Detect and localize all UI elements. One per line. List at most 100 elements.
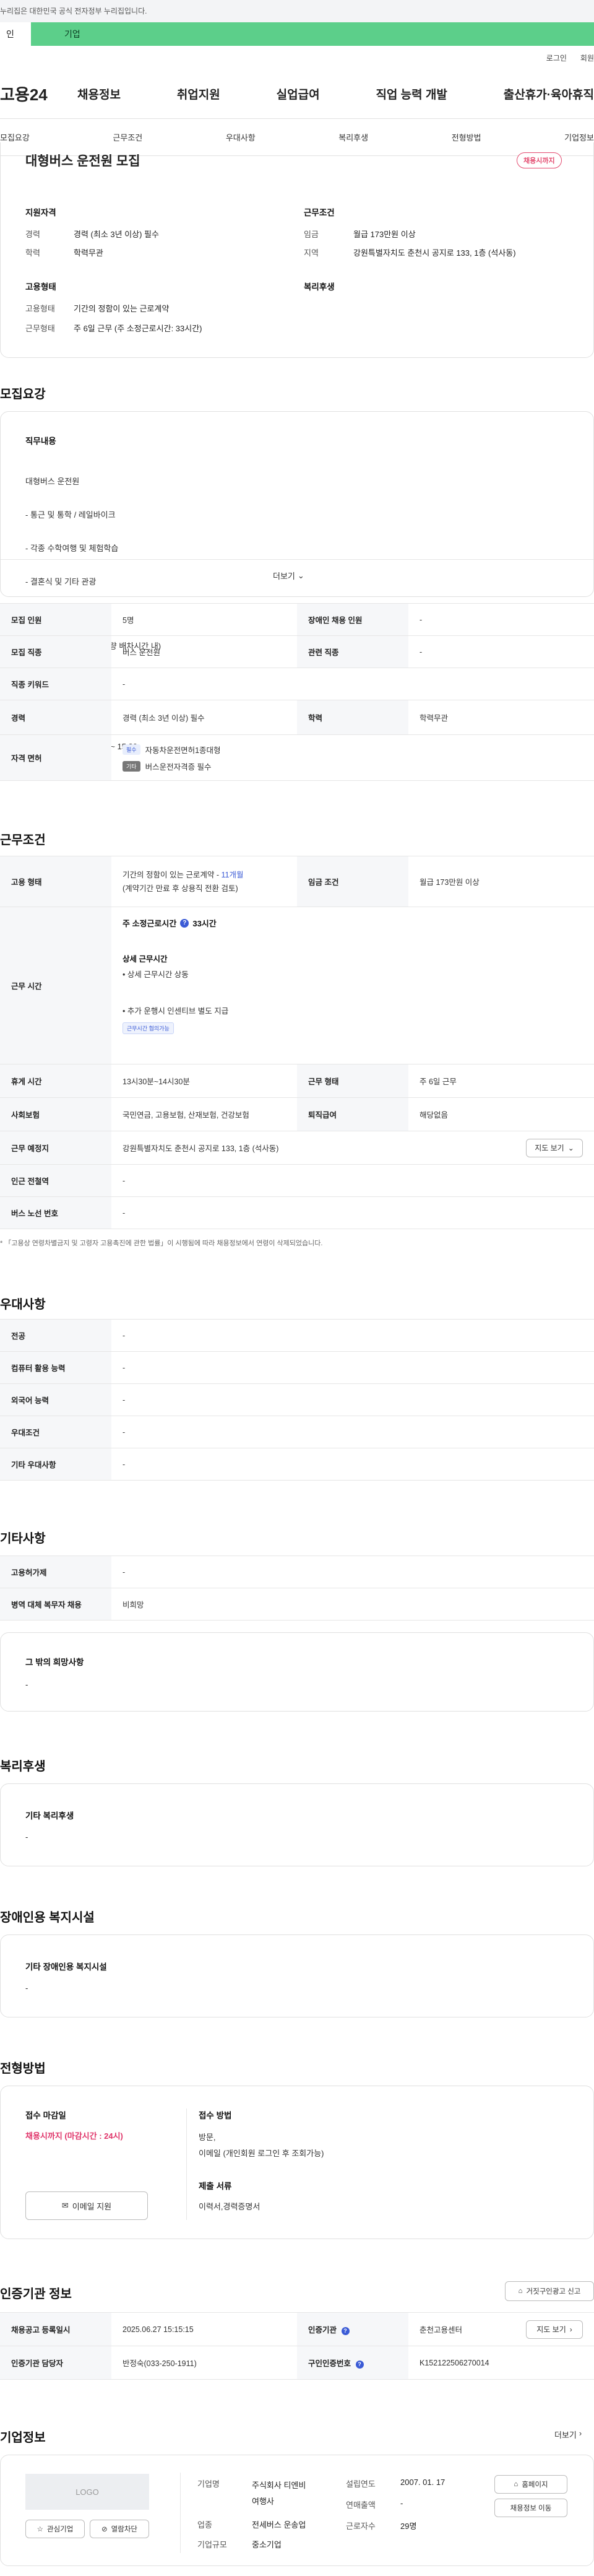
disabled-card: 기타 장애인용 복지시설 - <box>0 1934 594 2017</box>
selection-divider <box>186 2108 187 2220</box>
table-value: 반정숙(033-250-1911) <box>111 2346 297 2380</box>
subnav-preferred[interactable]: 우대사항 <box>226 131 256 143</box>
star-icon: ☆ <box>37 2526 43 2533</box>
table-row: 기타 우대사항 - <box>0 1448 594 1481</box>
subnav-selection[interactable]: 전형방법 <box>452 131 481 143</box>
table-row: 경력 경력 (최소 3년 이상) 필수 학력 학력무관 <box>0 700 594 735</box>
duty-card: 직무내용 대형버스 운전원 - 통근 및 통학 / 레일바이크 - 각종 수학여… <box>0 411 594 751</box>
other-wish-title: 그 밖의 희망사항 <box>25 1658 84 1667</box>
size-label: 기업규모 <box>197 2540 227 2549</box>
table-value: - <box>111 1319 594 1352</box>
agency-org-cell: 춘천고용센터 지도 보기 › <box>408 2312 594 2346</box>
more-button[interactable]: 더보기 ⌄ <box>273 570 304 581</box>
wage-label: 임금 <box>304 230 319 239</box>
table-value: - <box>111 1164 594 1197</box>
company-card: LOGO ☆ 관심기업 ⊘ 열람차단 기업명 주식회사 티엔비 여행사 업종 전… <box>0 2455 594 2566</box>
gnb-item-vocational-training[interactable]: 직업 능력 개발 <box>376 85 447 102</box>
report-label: 거짓구인광고 신고 <box>526 2288 581 2295</box>
work-heading: 근무조건 <box>304 208 335 217</box>
email-apply-button[interactable]: ✉ 이메일 지원 <box>25 2191 148 2220</box>
disabled-sub: 기타 장애인용 복지시설 <box>25 1962 107 1972</box>
company-name-value: 주식회사 티엔비 여행사 <box>252 2481 306 2506</box>
table-value: - <box>111 1383 594 1416</box>
block-company-button[interactable]: ⊘ 열람차단 <box>90 2520 149 2538</box>
industry-label: 업종 <box>197 2520 212 2530</box>
homepage-button[interactable]: ⌂ 홈페이지 <box>494 2475 567 2494</box>
gnb-item-parental-leave[interactable]: 출산휴가·육아휴직 <box>504 85 594 102</box>
table-value: - <box>111 1556 594 1588</box>
deadline-label: 접수 마감일 <box>25 2111 66 2120</box>
tab-company[interactable]: 기업 <box>31 22 594 46</box>
table-value: 주 6일 근무 <box>408 1064 594 1098</box>
table-key: 기타 우대사항 <box>0 1448 111 1481</box>
qual-heading: 지원자격 <box>25 208 56 217</box>
hours-detail-title: 상세 근무시간 <box>123 955 168 964</box>
move-jobs-button[interactable]: 채용정보 이동 <box>494 2499 567 2517</box>
block-label: 열람차단 <box>111 2526 137 2533</box>
table-value: 국민연금, 고용보험, 산재보험, 건강보험 <box>111 1097 297 1131</box>
table-row: 버스 노선 번호 - <box>0 1196 594 1229</box>
table-key: 모집 인원 <box>0 603 111 636</box>
table-row: 모집 인원 5명 장애인 채용 인원 - <box>0 603 594 636</box>
company-more-link[interactable]: 더보기 › <box>554 2429 582 2440</box>
login-link[interactable]: 로그인 <box>546 53 567 63</box>
table-value: - <box>408 635 594 668</box>
company-section-title: 기업정보 <box>0 2431 46 2445</box>
site-logo[interactable]: 고용24 <box>0 82 77 105</box>
region-label: 지역 <box>304 248 319 258</box>
other-wish-card: 그 밖의 희망사항 - <box>0 1632 594 1712</box>
map-button[interactable]: 지도 보기 ⌄ <box>526 1138 583 1157</box>
table-row: 고용허가제 - <box>0 1556 594 1588</box>
company-name-label: 기업명 <box>197 2479 220 2489</box>
employees-label: 근로자수 <box>346 2522 376 2531</box>
subnav-welfare[interactable]: 복리후생 <box>338 131 368 143</box>
edu-value: 학력무관 <box>74 248 103 258</box>
gnb-item-employment-support[interactable]: 취업지원 <box>177 85 220 102</box>
emp-months: 11개월 <box>221 870 244 879</box>
fav-company-button[interactable]: ☆ 관심기업 <box>25 2520 85 2538</box>
method-label: 접수 방법 <box>199 2111 232 2120</box>
table-row: 컴퓨터 활용 능력 - <box>0 1351 594 1384</box>
welfare-card: 기타 복리후생 - <box>0 1783 594 1866</box>
agency-org-key: 인증기관 ? <box>297 2312 408 2346</box>
table-row: 우대조건 - <box>0 1416 594 1448</box>
table-key: 병역 대체 복무자 채용 <box>0 1588 111 1621</box>
cert-label: 구인인증번호 <box>308 2359 351 2368</box>
hours-main: 주 소정근로시간 <box>123 919 177 928</box>
industry-value: 전세버스 운송업 <box>252 2520 306 2530</box>
etc-section-title: 기타사항 <box>0 1532 46 1546</box>
tab-personal[interactable]: 인 <box>0 22 31 46</box>
info-icon[interactable]: ? <box>180 918 189 928</box>
conditions-table: 고용 형태 기간의 정함이 있는 근로계약 - 11개월 (계약기간 만료 후 … <box>0 856 594 1229</box>
table-key: 임금 조건 <box>297 856 408 907</box>
sales-label: 연매출액 <box>346 2500 376 2510</box>
info-icon[interactable]: ? <box>355 2361 364 2369</box>
agency-table: 채용공고 등록일시 2025.06.27 15:15:15 인증기관 ? 춘천고… <box>0 2312 594 2380</box>
join-link[interactable]: 회원 <box>580 53 594 63</box>
company-divider <box>180 2473 181 2553</box>
info-icon[interactable]: ? <box>341 2327 350 2335</box>
subnav-company[interactable]: 기업정보 <box>564 131 594 143</box>
license-value: 버스운전자격증 필수 <box>145 762 212 772</box>
table-key: 버스 노선 번호 <box>0 1196 111 1229</box>
agency-section-title: 인증기관 정보 <box>0 2287 72 2301</box>
license-cell: 필수 자동차운전면허1종대형 기타 버스운전자격증 필수 <box>111 734 594 781</box>
subnav-conditions[interactable]: 근무조건 <box>113 131 142 143</box>
deadline-value: 채용시까지 (마감시간 : 24시) <box>25 2131 123 2141</box>
table-row: 근무 예정지 강원특별자치도 춘천시 공지로 133, 1층 (석사동) 지도 … <box>0 1131 594 1165</box>
docs-value: 이력서,경력증명서 <box>199 2202 260 2211</box>
gov-notice-bar: 누리집은 대한민국 공식 전자정부 누리집입니다. <box>0 0 594 22</box>
place-cell: 강원특별자치도 춘천시 공지로 133, 1층 (석사동) 지도 보기 ⌄ <box>111 1131 594 1165</box>
disabled-section-title: 장애인용 복지시설 <box>0 1911 95 1925</box>
homepage-label: 홈페이지 <box>522 2481 548 2489</box>
job-title: 대형버스 운전원 모집 <box>25 154 140 168</box>
gnb-item-unemployment-benefit[interactable]: 실업급여 <box>277 85 320 102</box>
subnav-recruit[interactable]: 모집요강 <box>0 131 30 143</box>
method-value: 방문, 이메일 (개인회원 로그인 후 조회가능) <box>199 2133 324 2158</box>
hours-negotiable-tag: 근무시간 협의가능 <box>123 1022 174 1034</box>
agency-map-button[interactable]: 지도 보기 › <box>526 2320 583 2339</box>
etc-tag: 기타 <box>123 760 140 772</box>
gnb-item-jobs[interactable]: 채용정보 <box>77 85 121 102</box>
false-ad-report-button[interactable]: ⌂ 거짓구인광고 신고 <box>505 2281 594 2301</box>
wage-value: 월급 173만원 이상 <box>353 230 416 239</box>
